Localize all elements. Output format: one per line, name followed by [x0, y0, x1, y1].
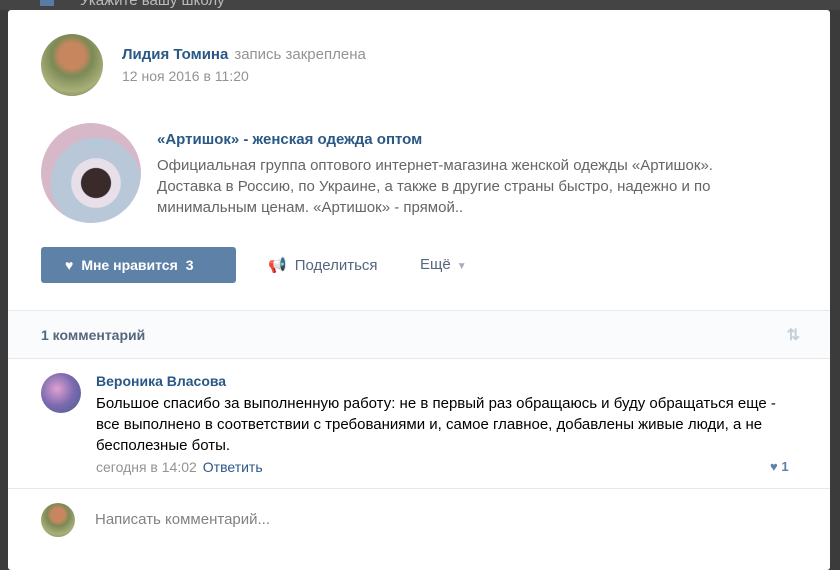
more-button[interactable]: Ещё ▼ [420, 256, 467, 273]
pinned-label: запись закреплена [234, 46, 366, 63]
like-count: 3 [185, 257, 194, 273]
author-name[interactable]: Лидия Томина [122, 46, 228, 63]
reply-link[interactable]: Ответить [203, 459, 263, 475]
comments-header: 1 комментарий ⇅ [8, 310, 830, 359]
school-prompt: Укажите вашу школу [80, 0, 225, 9]
author-avatar[interactable] [41, 34, 103, 96]
my-avatar [41, 503, 75, 537]
commenter-avatar[interactable] [41, 373, 81, 413]
like-label: Мне нравится [81, 257, 178, 273]
heart-icon: ♥ [65, 257, 74, 273]
like-button[interactable]: ♥ Мне нравится 3 [41, 247, 236, 283]
comment-meta: сегодня в 14:02 Ответить [96, 459, 263, 475]
comment-author[interactable]: Вероника Власова [96, 373, 226, 389]
post-header: Лидия Томина запись закреплена [122, 46, 366, 63]
comment-like-button[interactable]: ♥ 1 [770, 459, 789, 474]
group-description: Официальная группа оптового интернет-маг… [157, 157, 713, 216]
background-page: Укажите вашу школу [0, 0, 840, 10]
more-label: Ещё [420, 256, 451, 273]
comments-count: 1 комментарий [41, 327, 146, 343]
comment-date[interactable]: сегодня в 14:02 [96, 459, 197, 475]
comment-like-count: 1 [781, 459, 789, 474]
divider [8, 488, 830, 489]
school-icon [40, 0, 54, 6]
post-date[interactable]: 12 ноя 2016 в 11:20 [122, 68, 249, 84]
chevron-down-icon: ▼ [456, 261, 467, 272]
megaphone-icon: 📢 [268, 257, 287, 274]
share-button[interactable]: 📢 Поделиться [268, 256, 378, 275]
heart-icon: ♥ [770, 459, 778, 474]
share-label: Поделиться [294, 256, 378, 274]
comment-text: Большое спасибо за выполненную работу: н… [96, 395, 776, 454]
group-avatar[interactable] [41, 123, 141, 223]
post-modal: Лидия Томина запись закреплена 12 ноя 201… [8, 10, 830, 570]
group-title[interactable]: «Артишок» - женская одежда оптом [157, 131, 422, 148]
sort-icon[interactable]: ⇅ [787, 325, 800, 345]
comment-input[interactable]: Написать комментарий... [95, 511, 270, 528]
